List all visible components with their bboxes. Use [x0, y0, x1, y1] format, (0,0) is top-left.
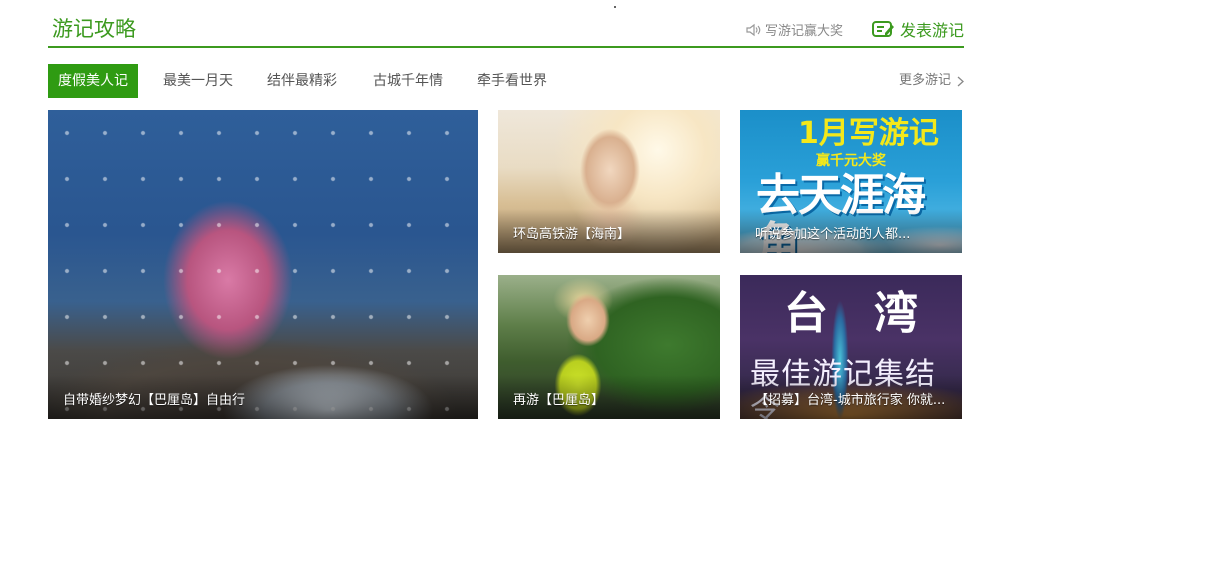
note-card-taiwan[interactable]: 台 湾 最佳游记集结令 【招募】台湾-城市旅行家 你就... [740, 275, 962, 419]
travel-notes-section: 游记攻略 写游记赢大奖 发表游记 度假美人记 最美一月天 结伴最精彩 古城千年情… [48, 0, 964, 98]
more-notes-label: 更多游记 [898, 73, 951, 88]
chevron-right-icon [957, 76, 964, 86]
tab-companion[interactable]: 结伴最精彩 [267, 64, 337, 98]
speaker-icon [746, 23, 761, 36]
tab-vacation-beauty[interactable]: 度假美人记 [48, 64, 138, 98]
taiwan-char-1: 台 [784, 288, 828, 339]
publish-note-button[interactable]: 发表游记 [871, 17, 964, 41]
section-header: 游记攻略 写游记赢大奖 发表游记 [48, 0, 964, 48]
tab-january[interactable]: 最美一月天 [163, 64, 233, 98]
card-caption: 环岛高铁游【海南】 [513, 227, 631, 242]
promo-link-label: 写游记赢大奖 [765, 24, 844, 39]
ad-prize-text: 赢千元大奖 [816, 153, 886, 169]
taiwan-char-2: 湾 [874, 288, 918, 339]
section-title: 游记攻略 [52, 17, 136, 41]
category-tabs: 度假美人记 最美一月天 结伴最精彩 古城千年情 牵手看世界 更多游记 [48, 64, 964, 98]
card-caption: 自带婚纱梦幻【巴厘岛】自由行 [63, 393, 246, 408]
edit-note-icon [871, 21, 894, 37]
promo-link[interactable]: 写游记赢大奖 [746, 20, 843, 39]
note-card-bali-again[interactable]: 再游【巴厘岛】 [498, 275, 720, 419]
note-card-bali-wedding[interactable]: 自带婚纱梦幻【巴厘岛】自由行 [48, 110, 478, 419]
more-notes-link[interactable]: 更多游记 [899, 64, 964, 98]
card-caption: 【招募】台湾-城市旅行家 你就... [755, 393, 946, 408]
card-caption: 听说参加这个活动的人都... [755, 227, 911, 242]
tab-world[interactable]: 牵手看世界 [477, 64, 547, 98]
tab-ancient-city[interactable]: 古城千年情 [373, 64, 443, 98]
card-image [48, 110, 478, 419]
note-card-activity[interactable]: 1月写游记 赢千元大奖 去天涯海角 听说参加这个活动的人都... [740, 110, 962, 253]
ad-month-text: 1月写游记 [798, 116, 939, 151]
card-caption: 再游【巴厘岛】 [513, 393, 605, 408]
note-card-hainan[interactable]: 环岛高铁游【海南】 [498, 110, 720, 253]
publish-note-label: 发表游记 [899, 21, 964, 40]
